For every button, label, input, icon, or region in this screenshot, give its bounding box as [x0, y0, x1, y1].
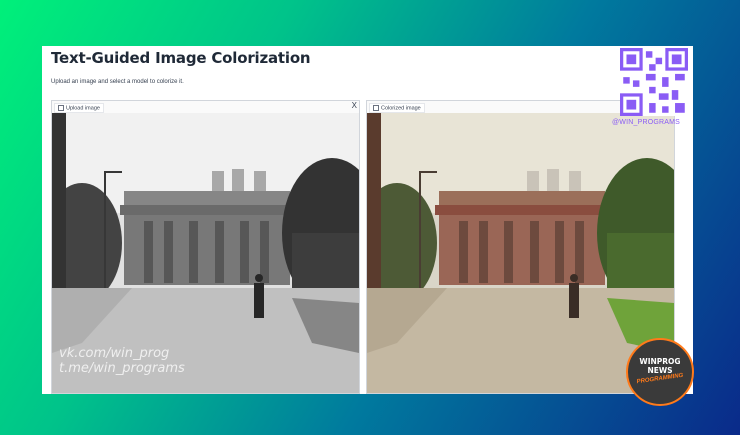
watermark-line-2: t.me/win_programs — [59, 361, 185, 376]
page-subtitle: Upload an image and select a model to co… — [51, 79, 184, 85]
winprog-badge-logo: WINPROG NEWS PROGRAMMING — [626, 338, 694, 406]
app-window: Text-Guided Image Colorization Upload an… — [42, 46, 693, 394]
watermark-text: vk.com/win_prog t.me/win_programs — [59, 346, 185, 376]
image-icon — [373, 105, 379, 111]
clear-image-button[interactable]: X — [352, 101, 357, 110]
colorized-image-label-text: Colorized image — [381, 105, 421, 112]
page-title: Text-Guided Image Colorization — [51, 49, 311, 67]
qr-handle-text: @WIN_PROGRAMS — [612, 119, 681, 126]
upload-image-label-text: Upload image — [66, 105, 100, 112]
badge-line-1: WINPROG — [639, 357, 681, 366]
colorized-image-label: Colorized image — [369, 103, 425, 114]
image-icon — [58, 105, 64, 111]
colorized-image-panel: Colorized image — [366, 100, 675, 394]
watermark-line-1: vk.com/win_prog — [59, 346, 170, 361]
upload-image-label: Upload image — [54, 103, 104, 114]
colorized-photo — [367, 113, 674, 393]
qr-code-icon — [620, 48, 688, 116]
